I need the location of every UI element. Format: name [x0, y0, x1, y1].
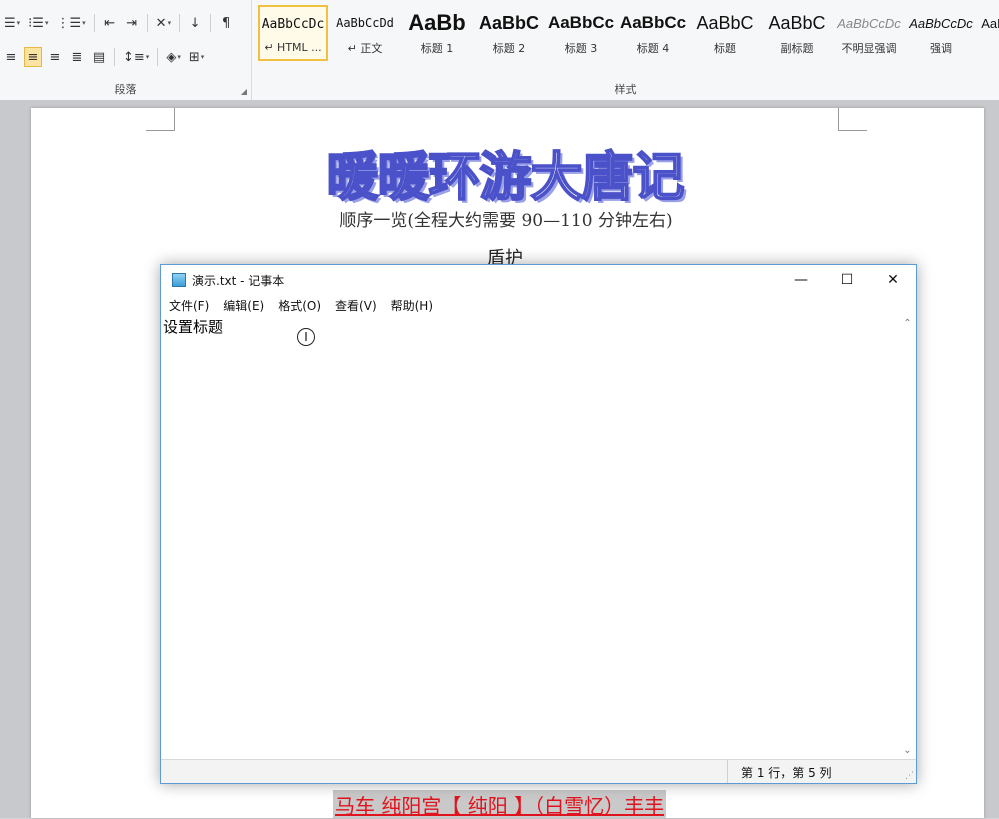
minimize-button[interactable]: — [778, 265, 824, 295]
menu-help[interactable]: 帮助(H) [391, 297, 433, 314]
style-sample: AaBbCcDc [909, 15, 973, 31]
ribbon: ☰ ▾ ⁝☰ ▾ ⋮☰ ▾ ⇤ ⇥ ✕ ▾ ↓ ¶ ≡ ≡ ≡ ≣ ▤ ↕≡ ▾ ◈ ▾ ⊞… [0, 0, 999, 101]
menu-format[interactable]: 格式(O) [278, 297, 321, 314]
style-tile[interactable]: AaBbCc 标题 4 [618, 5, 688, 61]
vertical-scrollbar[interactable]: ⌃ ⌄ [899, 315, 916, 759]
maximize-button[interactable]: ☐ [824, 265, 870, 295]
paragraph-group-label: 段落 [114, 83, 137, 96]
line-spacing-button[interactable]: ↕≡ ▾ [121, 47, 151, 67]
notepad-window-title: 演示.txt - 记事本 [192, 273, 285, 288]
style-name: 强调 [930, 42, 952, 55]
shading-button[interactable]: ◈ ▾ [164, 47, 183, 67]
resize-grip-icon[interactable]: ⋰ [905, 771, 914, 781]
toolbar-separator [210, 14, 212, 32]
style-sample: AaBbC [478, 12, 539, 33]
style-name: 标题 [714, 42, 736, 55]
text-cursor-icon: I [297, 328, 315, 346]
paragraph-group: ☰ ▾ ⁝☰ ▾ ⋮☰ ▾ ⇤ ⇥ ✕ ▾ ↓ ¶ ≡ ≡ ≡ ≣ ▤ ↕≡ ▾ ◈ ▾ ⊞… [0, 0, 252, 100]
style-tile[interactable]: AaBbC 标题 [690, 5, 760, 61]
toolbar-separator [146, 14, 148, 32]
style-tile[interactable]: AaBbCcDc ↵ HTML ... [258, 5, 328, 61]
scroll-up-icon[interactable]: ⌃ [899, 315, 916, 332]
style-name: ↵ HTML ... [264, 41, 322, 54]
style-gallery: AaBbCcDc ↵ HTML ... AaBbCcDd ↵ 正文 AaBb 标题 1 Aa… [258, 5, 999, 61]
close-button[interactable]: ✕ [870, 265, 916, 295]
document-title[interactable]: 暖暖环游大唐记 [298, 135, 712, 210]
style-name: 标题 3 [564, 42, 598, 55]
justify-button[interactable]: ≣ [68, 47, 86, 67]
style-name: 标题 1 [420, 42, 454, 55]
menu-edit[interactable]: 编辑(E) [223, 297, 264, 314]
notepad-app-icon[interactable] [172, 273, 186, 287]
multilevel-list-button[interactable]: ⋮☰ ▾ [54, 13, 87, 33]
style-tile[interactable]: AaBbC 标题 2 [474, 5, 544, 61]
align-left-button[interactable]: ≡ [2, 47, 20, 67]
styles-group-label: 样式 [614, 83, 637, 96]
decrease-indent-button[interactable]: ⇤ [101, 13, 119, 33]
align-center-button[interactable]: ≡ [24, 47, 42, 67]
style-sample: AaBbCc [548, 13, 614, 32]
toolbar-separator [157, 48, 159, 66]
align-right-button[interactable]: ≡ [46, 47, 64, 67]
window-controls: — ☐ ✕ [778, 265, 916, 295]
toolbar-separator [93, 14, 95, 32]
paragraph-dialog-launcher-icon[interactable]: ◢ [241, 87, 247, 96]
menu-view[interactable]: 查看(V) [335, 297, 377, 314]
margin-corner-mark [146, 108, 175, 131]
paragraph-toolbar-row-1: ☰ ▾ ⁝☰ ▾ ⋮☰ ▾ ⇤ ⇥ ✕ ▾ ↓ ¶ [0, 12, 237, 34]
bullets-button[interactable]: ☰ ▾ [2, 13, 22, 33]
style-tile[interactable]: AaBb 标题 1 [402, 5, 472, 61]
menu-file[interactable]: 文件(F) [169, 297, 209, 314]
increase-indent-button[interactable]: ⇥ [123, 13, 141, 33]
style-tile[interactable]: AaBbCcDc 不明显强调 [834, 5, 904, 61]
style-name: ↵ 正文 [347, 42, 383, 55]
toolbar-separator [179, 14, 181, 32]
notepad-content[interactable]: 设置标题 [163, 316, 223, 337]
document-subtitle[interactable]: 顺序一览(全程大约需要 90—110 分钟左右) [300, 206, 712, 231]
toolbar-separator [114, 48, 115, 66]
notepad-titlebar[interactable]: 演示.txt - 记事本 — ☐ ✕ [161, 265, 916, 295]
notepad-text-area[interactable]: 设置标题 I ⌃ ⌄ [161, 315, 916, 759]
style-sample: AaBbCcDc [981, 15, 999, 31]
style-tile[interactable]: AaBbCcDc明 [978, 5, 999, 61]
numbering-button[interactable]: ⁝☰ ▾ [26, 13, 50, 33]
styles-group: AaBbCcDc ↵ HTML ... AaBbCcDd ↵ 正文 AaBb 标题 1 Aa… [252, 0, 999, 100]
style-sample: AaBbCc [620, 13, 686, 32]
style-sample: AaBbCcDd [336, 16, 394, 30]
style-sample: AaBbC [768, 12, 826, 33]
style-tile[interactable]: AaBbC 副标题 [762, 5, 832, 61]
status-separator [727, 760, 728, 783]
chinese-layout-button[interactable]: ✕ ▾ [154, 13, 173, 33]
borders-button[interactable]: ⊞ ▾ [187, 47, 206, 67]
sort-button[interactable]: ↓ [186, 13, 204, 33]
style-tile[interactable]: AaBbCc 标题 3 [546, 5, 616, 61]
style-sample: AaBbCcDc [837, 15, 901, 31]
distributed-button[interactable]: ▤ [90, 47, 108, 67]
margin-corner-mark [838, 108, 867, 131]
style-tile[interactable]: AaBbCcDc 强调 [906, 5, 976, 61]
notepad-window: 演示.txt - 记事本 — ☐ ✕ 文件(F) 编辑(E) 格式(O) 查看(… [160, 264, 917, 784]
show-marks-button[interactable]: ¶ [217, 13, 235, 33]
scroll-down-icon[interactable]: ⌄ [899, 742, 916, 759]
paragraph-toolbar-row-2: ≡ ≡ ≡ ≣ ▤ ↕≡ ▾ ◈ ▾ ⊞ ▾ [0, 46, 208, 68]
style-name: 标题 2 [492, 42, 526, 55]
style-name: 不明显强调 [841, 42, 897, 55]
style-name: 副标题 [780, 42, 814, 55]
notepad-menubar: 文件(F) 编辑(E) 格式(O) 查看(V) 帮助(H) [161, 295, 916, 315]
notepad-statusbar: 第 1 行，第 5 列 ⋰ [161, 759, 916, 783]
cursor-position-status: 第 1 行，第 5 列 [741, 766, 832, 780]
document-highlighted-line[interactable]: 马车 纯阳宫【 纯阳 】（白雪忆）丰丰 [333, 790, 667, 818]
style-name: 标题 4 [636, 42, 670, 55]
style-sample: AaBbCcDc [261, 16, 325, 32]
style-sample: AaBb [408, 10, 466, 35]
style-tile[interactable]: AaBbCcDd ↵ 正文 [330, 5, 400, 61]
style-sample: AaBbC [696, 12, 754, 33]
